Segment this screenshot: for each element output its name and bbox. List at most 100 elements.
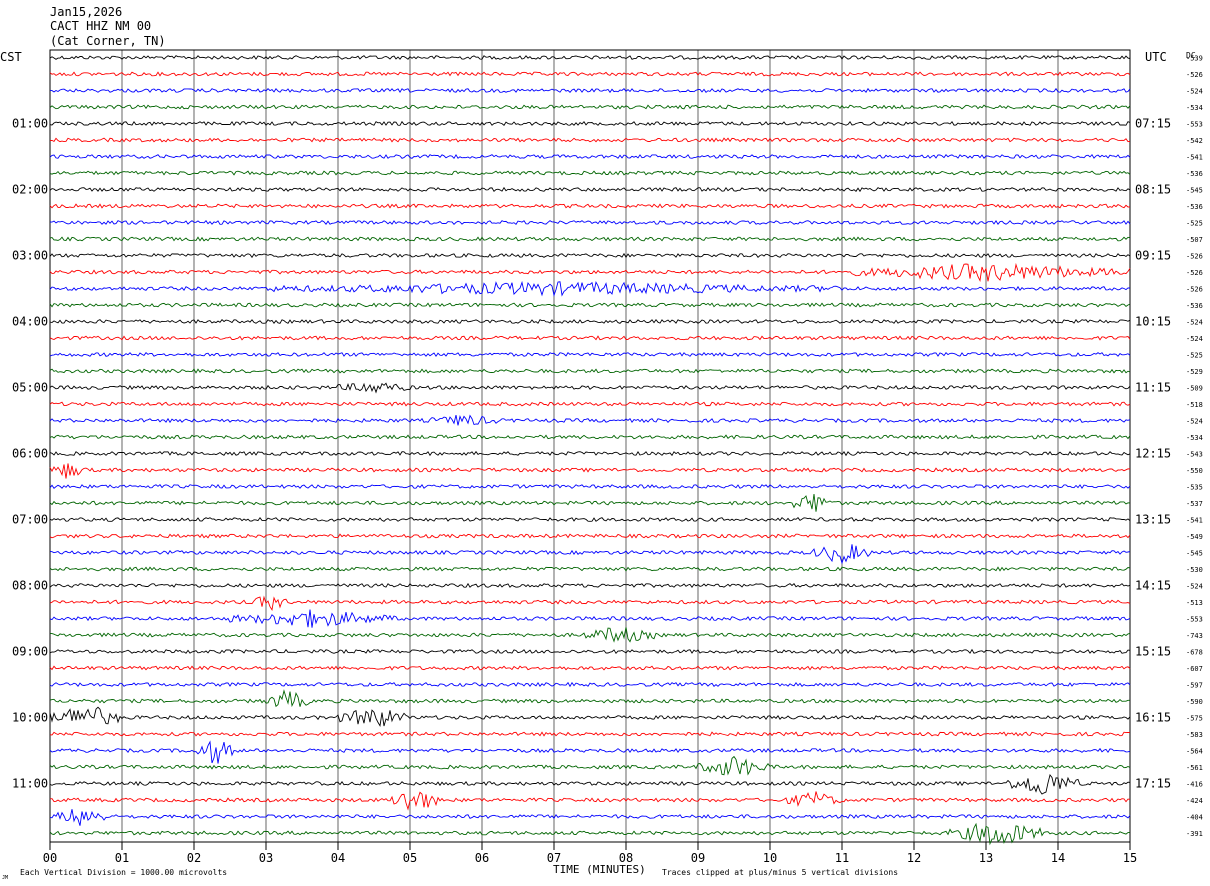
trace-row-45 xyxy=(49,791,1131,811)
dc-offset-label: -524 xyxy=(1186,418,1203,426)
dc-offset-label: -536 xyxy=(1186,170,1203,178)
left-hour-label: 04:00 xyxy=(12,315,48,329)
dc-offset-label: -416 xyxy=(1186,781,1203,789)
dc-offset-label: -526 xyxy=(1186,71,1203,79)
trace-row-47 xyxy=(49,822,1131,846)
trace-row-5 xyxy=(49,137,1131,143)
left-hour-label: 07:00 xyxy=(12,513,48,527)
x-tick-label: 09 xyxy=(691,851,705,865)
trace-row-30 xyxy=(49,544,1131,565)
x-tick-label: 05 xyxy=(403,851,417,865)
trace-row-7 xyxy=(49,170,1131,176)
helicorder-plot: Jan15,2026 CACT HHZ NM 00 (Cat Corner, T… xyxy=(0,5,1203,881)
right-hour-label: 08:15 xyxy=(1135,183,1171,197)
trace-row-37 xyxy=(49,665,1131,671)
dc-offset-label: -404 xyxy=(1186,814,1203,822)
dc-offset-label: -530 xyxy=(1186,566,1203,574)
trace-row-10 xyxy=(49,219,1131,226)
dc-offset-label: -525 xyxy=(1186,220,1203,228)
trace-row-3 xyxy=(49,104,1131,110)
dc-offset-label: -550 xyxy=(1186,467,1203,475)
right-hour-label: 17:15 xyxy=(1135,777,1171,791)
trace-row-4 xyxy=(49,120,1131,127)
trace-row-9 xyxy=(49,203,1131,209)
date-label: Jan15,2026 xyxy=(50,5,122,19)
trace-row-14 xyxy=(49,280,1131,297)
dc-offset-label: -525 xyxy=(1186,352,1203,360)
trace-row-41 xyxy=(49,731,1131,737)
left-hour-label: 09:00 xyxy=(12,645,48,659)
trace-row-13 xyxy=(49,262,1131,282)
trace-row-23 xyxy=(49,434,1131,440)
minute-gridlines xyxy=(121,50,1059,842)
dc-offset-label: -524 xyxy=(1186,583,1203,591)
location-label: (Cat Corner, TN) xyxy=(50,34,166,48)
dc-offset-label: -513 xyxy=(1186,599,1203,607)
dc-offset-label: -524 xyxy=(1186,319,1203,327)
left-hour-labels: 01:00 02:00 03:00 04:00 05:00 06:00 07:00 08:00… xyxy=(12,117,48,791)
trace-row-26 xyxy=(49,484,1131,490)
dc-offset-label: -549 xyxy=(1186,533,1203,541)
x-tick-label: 14 xyxy=(1051,851,1065,865)
dc-offset-label: -535 xyxy=(1186,484,1203,492)
right-hour-label: 14:15 xyxy=(1135,579,1171,593)
dc-offset-label: -541 xyxy=(1186,517,1203,525)
trace-row-34 xyxy=(49,609,1131,628)
dc-offset-label: -539 xyxy=(1186,55,1203,63)
dc-offset-label: -553 xyxy=(1186,616,1203,624)
dc-offset-label: -424 xyxy=(1186,797,1203,805)
trace-row-36 xyxy=(49,648,1131,655)
dc-offset-label: -534 xyxy=(1186,104,1203,112)
trace-row-39 xyxy=(49,689,1130,708)
trace-row-15 xyxy=(49,302,1131,308)
dc-offset-label: -537 xyxy=(1186,500,1203,508)
trace-row-0 xyxy=(49,55,1131,61)
x-tick-label: 03 xyxy=(259,851,273,865)
trace-row-24 xyxy=(49,450,1131,457)
plot-frame xyxy=(49,49,1131,843)
trace-row-1 xyxy=(49,71,1131,77)
trace-row-21 xyxy=(49,401,1131,407)
dc-offset-label: -534 xyxy=(1186,434,1203,442)
x-tick-label: 00 xyxy=(43,851,57,865)
trace-row-28 xyxy=(49,517,1131,522)
dc-offset-label: -583 xyxy=(1186,731,1203,739)
dc-offset-label: -529 xyxy=(1186,368,1203,376)
dc-offset-label: -542 xyxy=(1186,137,1203,145)
left-hour-label: 06:00 xyxy=(12,447,48,461)
right-hour-label: 15:15 xyxy=(1135,645,1171,659)
dc-offset-label: -575 xyxy=(1186,715,1203,723)
dc-offset-label: -607 xyxy=(1186,665,1203,673)
trace-row-8 xyxy=(49,186,1131,193)
dc-offset-labels: -539 -526 -524 -534 -553 -542 -541 -536 -545 -536… xyxy=(1186,55,1203,839)
dc-offset-label: -564 xyxy=(1186,748,1203,756)
x-axis-ticks: 00 01 02 03 04 05 06 07 08 09 10 11 12 13 14 15 xyxy=(43,842,1137,865)
right-hour-label: 10:15 xyxy=(1135,315,1171,329)
trace-row-29 xyxy=(49,533,1131,539)
trace-row-22 xyxy=(49,414,1131,426)
corner-mark: JM xyxy=(2,875,8,881)
right-timezone-label: UTC xyxy=(1145,50,1167,64)
scale-note: Each Vertical Division = 1000.00 microvo… xyxy=(20,868,227,877)
dc-offset-label: -524 xyxy=(1186,335,1203,343)
x-tick-label: 12 xyxy=(907,851,921,865)
right-hour-label: 12:15 xyxy=(1135,447,1171,461)
left-hour-label: 01:00 xyxy=(12,117,48,131)
trace-row-19 xyxy=(49,368,1131,374)
dc-offset-label: -561 xyxy=(1186,764,1203,772)
x-tick-label: 15 xyxy=(1123,851,1137,865)
x-tick-label: 10 xyxy=(763,851,777,865)
trace-row-17 xyxy=(49,335,1131,341)
x-tick-label: 02 xyxy=(187,851,201,865)
left-hour-label: 10:00 xyxy=(12,711,48,725)
trace-row-38 xyxy=(49,681,1131,688)
right-hour-label: 11:15 xyxy=(1135,381,1171,395)
trace-row-12 xyxy=(49,252,1131,259)
dc-offset-label: -509 xyxy=(1186,385,1203,393)
dc-offset-label: -541 xyxy=(1186,154,1203,162)
left-hour-label: 05:00 xyxy=(12,381,48,395)
trace-row-44 xyxy=(49,774,1131,795)
trace-row-32 xyxy=(49,582,1131,588)
trace-row-18 xyxy=(49,351,1131,358)
x-tick-label: 11 xyxy=(835,851,849,865)
